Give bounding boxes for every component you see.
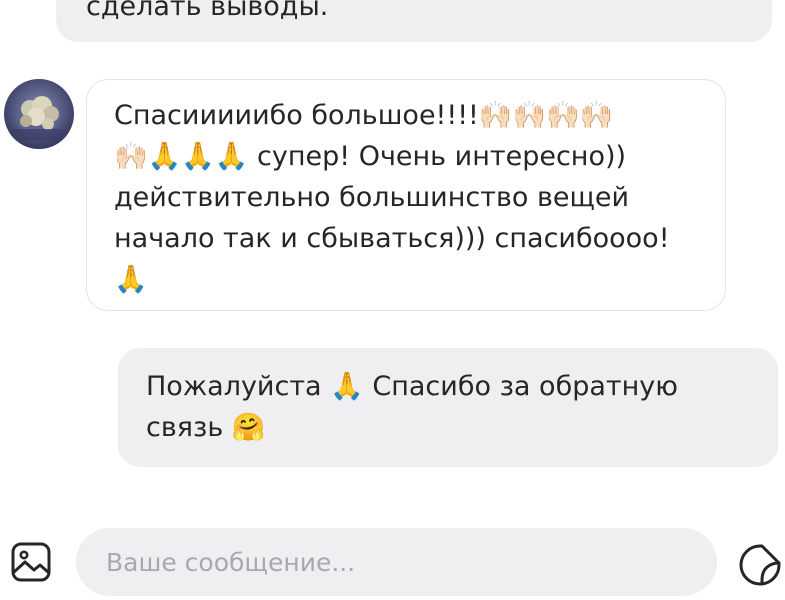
avatar-image xyxy=(4,79,74,149)
message-bubble-incoming: Спасииииибо большое!!!!🙌🏻🙌🏻🙌🏻🙌🏻 🙌🏻🙏🙏🙏 су… xyxy=(86,79,726,311)
message-bubble-previous: сделать выводы. xyxy=(56,0,772,42)
message-text-incoming: Спасииииибо большое!!!!🙌🏻🙌🏻🙌🏻🙌🏻 🙌🏻🙏🙏🙏 су… xyxy=(114,100,670,295)
message-composer xyxy=(0,520,785,600)
gallery-icon[interactable] xyxy=(10,541,52,583)
message-bubble-outgoing: Пожалуйста 🙏 Спасибо за обратную связь 🤗 xyxy=(118,348,778,467)
sticker-icon[interactable] xyxy=(738,543,782,587)
message-text-outgoing: Пожалуйста 🙏 Спасибо за обратную связь 🤗 xyxy=(146,371,678,443)
message-text-previous: сделать выводы. xyxy=(86,0,329,22)
sender-avatar[interactable] xyxy=(4,79,74,149)
message-input[interactable] xyxy=(76,528,717,596)
